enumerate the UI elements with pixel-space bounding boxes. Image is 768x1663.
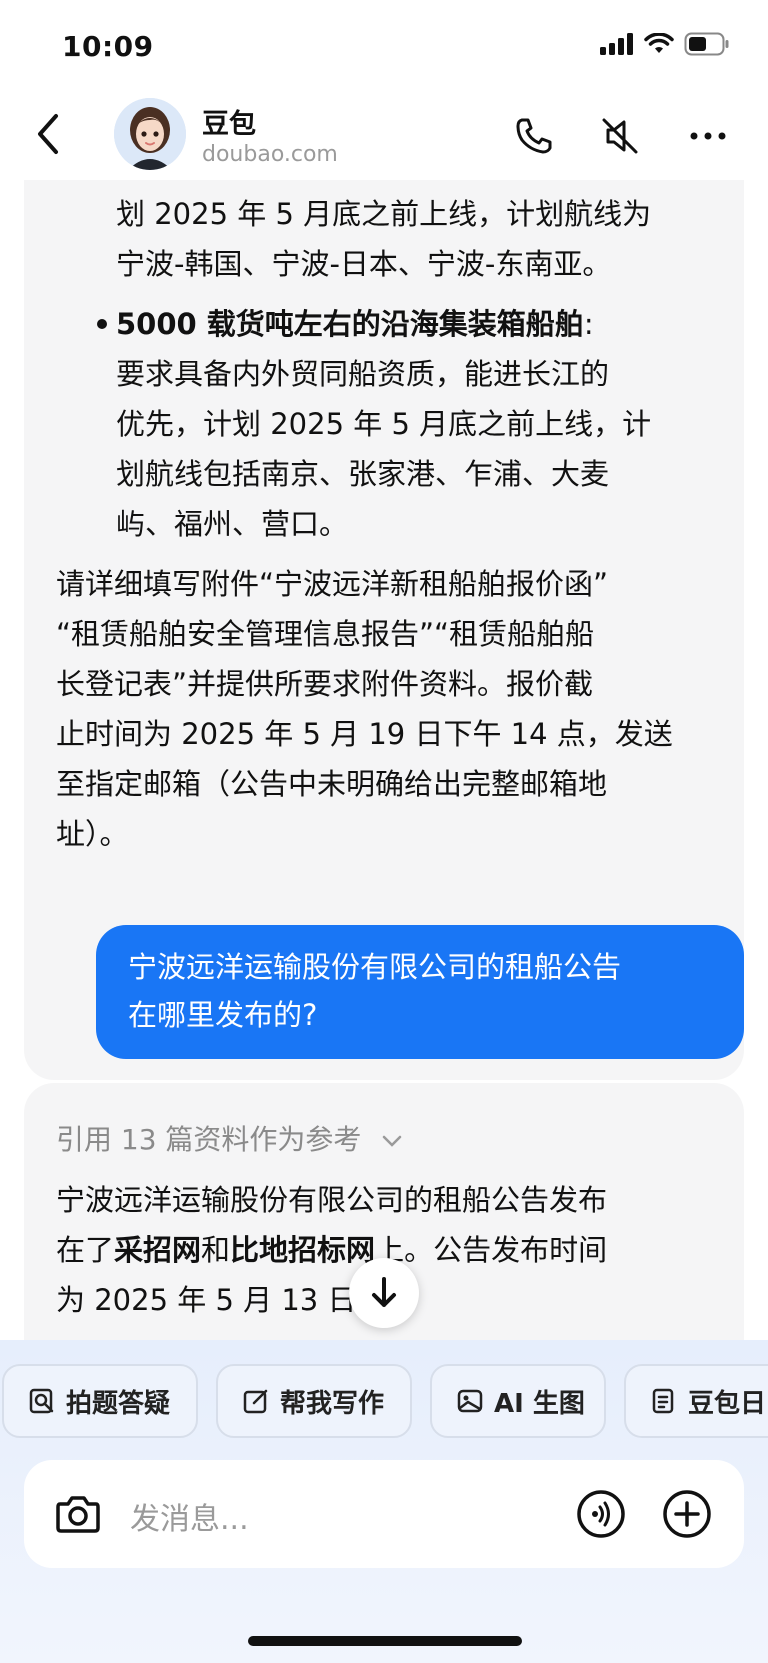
source-name: 比地招标网 bbox=[230, 1233, 376, 1267]
reference-label: 引用 13 篇资料作为参考 bbox=[56, 1123, 362, 1156]
status-bar: 10:09 bbox=[0, 0, 768, 96]
message-line: “租赁船舶安全管理信息报告”“租赁船舶船 bbox=[56, 617, 595, 651]
scan-question-icon bbox=[29, 1388, 54, 1414]
message-line: 长登记表”并提供所要求附件资料。报价截 bbox=[56, 667, 594, 701]
wifi-icon bbox=[644, 33, 674, 53]
user-message-line: 宁波远洋运输股份有限公司的租船公告 bbox=[128, 950, 622, 984]
chip-label: 拍题答疑 bbox=[66, 1388, 171, 1419]
avatar-image bbox=[114, 98, 186, 170]
message-line: 划 2025 年 5 月底之前上线，计划航线为 bbox=[116, 197, 652, 231]
phone-icon[interactable] bbox=[512, 114, 556, 158]
message-line: 为 2025 年 5 月 13 日。 bbox=[56, 1283, 386, 1317]
scroll-to-bottom-button[interactable] bbox=[349, 1258, 419, 1328]
message-line: 请详细填写附件“宁波远洋新租船舶报价函” bbox=[56, 567, 609, 601]
bot-domain: doubao.com bbox=[202, 142, 338, 167]
plus-icon[interactable] bbox=[662, 1489, 712, 1539]
bullet-heading: 5000 载货吨左右的沿海集装箱船舶 bbox=[116, 307, 584, 341]
message-line: 屿、福州、营口。 bbox=[116, 507, 349, 541]
quick-actions: 拍题答疑 帮我写作 AI 生图 豆包日 bbox=[0, 1364, 768, 1440]
chat-area[interactable]: 划 2025 年 5 月底之前上线，计划航线为 宁波-韩国、宁波-日本、宁波-东… bbox=[0, 180, 768, 1340]
camera-icon[interactable] bbox=[54, 1492, 102, 1536]
image-icon bbox=[457, 1389, 483, 1413]
doc-icon bbox=[652, 1388, 674, 1414]
chip-photo-question[interactable]: 拍题答疑 bbox=[2, 1364, 198, 1438]
bot-name: 豆包 bbox=[202, 109, 256, 140]
more-icon[interactable] bbox=[686, 114, 730, 158]
message-line: 要求具备内外贸同船资质，能进长江的 bbox=[116, 357, 610, 391]
arrow-down-icon bbox=[372, 1277, 396, 1307]
signal-icon bbox=[600, 33, 633, 55]
bottom-panel: 拍题答疑 帮我写作 AI 生图 豆包日 发消息... bbox=[0, 1340, 768, 1663]
chip-doubao-daily[interactable]: 豆包日 bbox=[624, 1364, 768, 1438]
reference-toggle[interactable]: 引用 13 篇资料作为参考 bbox=[56, 1118, 404, 1158]
status-icons bbox=[600, 32, 730, 56]
chevron-down-icon bbox=[383, 1135, 402, 1147]
message-input-bar: 发消息... bbox=[24, 1460, 744, 1568]
edit-icon bbox=[243, 1389, 268, 1414]
message-line: 在了采招网和比地招标网上。公告发布时间 bbox=[56, 1230, 607, 1270]
message-line: 划航线包括南京、张家港、乍浦、大麦 bbox=[116, 457, 610, 491]
chip-writing[interactable]: 帮我写作 bbox=[216, 1364, 412, 1438]
avatar[interactable] bbox=[114, 98, 186, 170]
text-segment: 上。公告发布时间 bbox=[375, 1233, 608, 1267]
text-segment: 和 bbox=[201, 1233, 231, 1267]
message-line: 址）。 bbox=[56, 817, 129, 851]
voice-icon[interactable] bbox=[576, 1489, 626, 1539]
user-message[interactable]: 宁波远洋运输股份有限公司的租船公告 在哪里发布的? bbox=[96, 925, 744, 1059]
status-time: 10:09 bbox=[62, 30, 154, 63]
bullet-dot bbox=[97, 319, 107, 329]
bullet-colon: : bbox=[583, 307, 594, 341]
text-segment: 在了 bbox=[56, 1233, 115, 1267]
message-line: 优先，计划 2025 年 5 月底之前上线，计 bbox=[116, 407, 652, 441]
chip-label: AI 生图 bbox=[494, 1388, 585, 1419]
chat-header: 豆包 doubao.com bbox=[0, 96, 768, 180]
chip-label: 帮我写作 bbox=[280, 1388, 385, 1419]
battery-icon bbox=[684, 32, 729, 56]
message-line: 止时间为 2025 年 5 月 19 日下午 14 点，发送 bbox=[56, 717, 673, 751]
speaker-muted-icon[interactable] bbox=[598, 114, 642, 158]
chip-label: 豆包日 bbox=[688, 1388, 767, 1419]
source-name: 采招网 bbox=[114, 1233, 202, 1267]
message-line: 宁波-韩国、宁波-日本、宁波-东南亚。 bbox=[116, 247, 612, 281]
chip-ai-image[interactable]: AI 生图 bbox=[430, 1364, 606, 1438]
user-message-line: 在哪里发布的? bbox=[128, 998, 318, 1032]
message-input[interactable]: 发消息... bbox=[130, 1494, 249, 1538]
message-line: 宁波远洋运输股份有限公司的租船公告发布 bbox=[56, 1183, 608, 1217]
back-arrow-icon[interactable] bbox=[30, 110, 70, 158]
message-line: 至指定邮箱（公告中未明确给出完整邮箱地 bbox=[56, 767, 608, 801]
home-indicator[interactable] bbox=[248, 1636, 522, 1646]
